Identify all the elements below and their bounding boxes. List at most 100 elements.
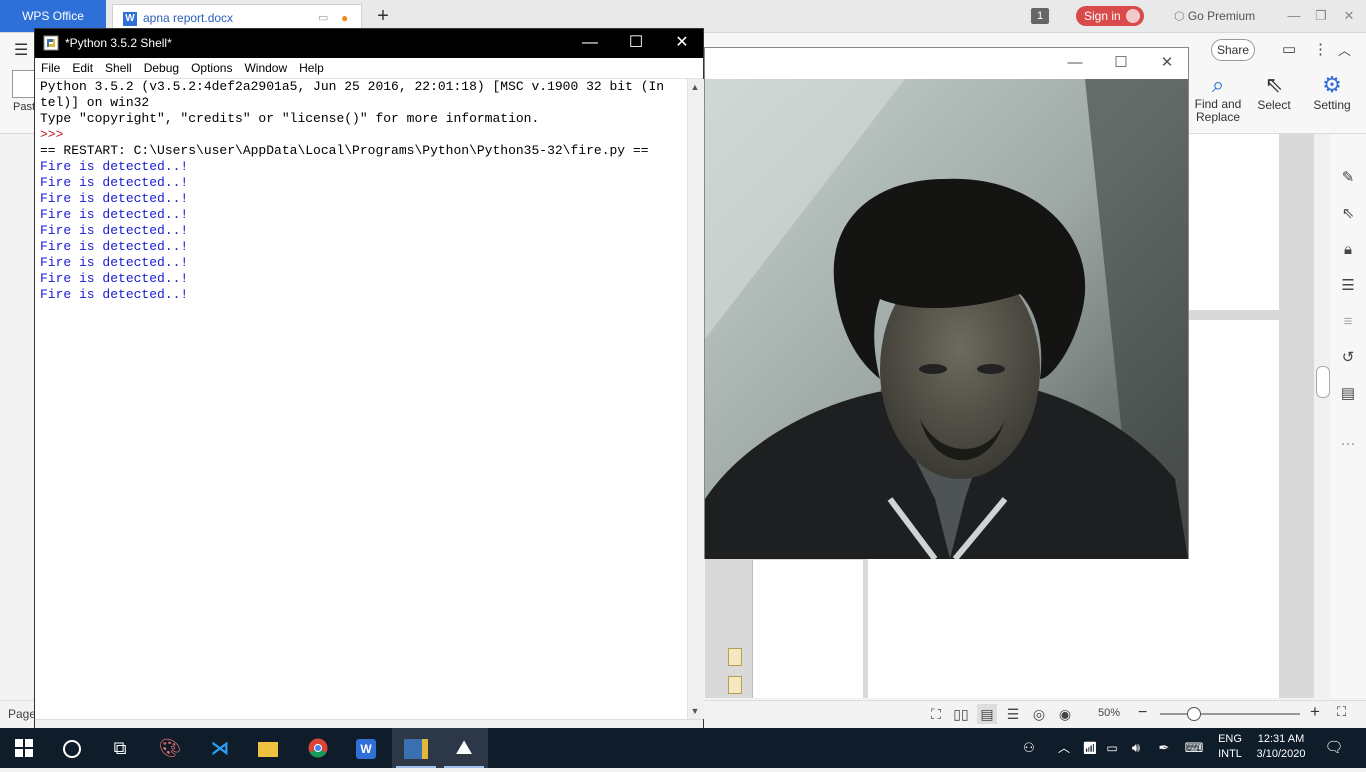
shell-output-area[interactable]: Python 3.5.2 (v3.5.2:4def2a2901a5, Jun 2… [40, 79, 682, 719]
wifi-icon[interactable]: 📶︎ [1080, 728, 1100, 768]
fullscreen-icon[interactable]: ⛶ [926, 704, 946, 724]
wps-close-button[interactable]: ✕ [1339, 6, 1359, 26]
collapse-ribbon-icon[interactable]: ︿ [1338, 40, 1354, 58]
python-maximize-button[interactable]: ☐ [613, 29, 659, 57]
adjust-icon[interactable]: ≡ [1336, 310, 1360, 334]
volume-icon[interactable]: 🔊︎ [1126, 728, 1146, 768]
pointer-icon[interactable]: ⇖ [1336, 202, 1360, 226]
file-explorer-button[interactable] [244, 728, 292, 768]
python-shell-title: *Python 3.5.2 Shell* [65, 36, 172, 50]
people-icon[interactable]: ⚇ [1016, 728, 1042, 768]
wps-app-button[interactable]: W [342, 728, 390, 768]
fire-detected-line: Fire is detected..! [40, 207, 189, 222]
shell-scrollbar[interactable] [687, 79, 704, 719]
thumbnail-block [728, 648, 742, 666]
magnifier-icon: ⌕ [1211, 72, 1225, 97]
select-button[interactable]: ⇖ Select [1244, 72, 1304, 112]
pen-workspace-icon[interactable]: ✒ [1154, 728, 1174, 768]
fire-detected-line: Fire is detected..! [40, 223, 189, 238]
touch-keyboard-icon[interactable]: ⌨ [1182, 728, 1206, 768]
more-options-icon[interactable]: ⋮ [1313, 40, 1328, 58]
clock-time: 12:31 AM [1257, 733, 1305, 745]
python-app-button[interactable] [392, 728, 440, 768]
setting-button[interactable]: ⚙ Setting [1302, 72, 1362, 112]
comment-icon[interactable]: ▭ [1282, 40, 1302, 58]
scroll-down-arrow-icon[interactable]: ▼ [687, 703, 703, 719]
scroll-up-arrow-icon[interactable]: ▲ [687, 79, 703, 95]
python-idle-icon [404, 739, 428, 760]
web-view-icon[interactable]: ◎ [1029, 704, 1049, 724]
start-button[interactable] [0, 728, 48, 768]
lock-icon[interactable]: 🔒︎ [1336, 238, 1360, 262]
document-list-icon[interactable]: ▤ [1336, 382, 1360, 406]
wps-restore-button[interactable]: ❐ [1311, 6, 1331, 26]
menu-debug[interactable]: Debug [138, 58, 185, 78]
hamburger-menu-icon[interactable]: ☰ [14, 40, 32, 59]
camera-minimize-button[interactable]: — [1052, 50, 1098, 76]
new-tab-button[interactable]: + [372, 4, 394, 28]
more-tools-icon[interactable]: ··· [1336, 432, 1360, 456]
page-view-icon[interactable]: ▤ [977, 704, 997, 724]
action-center-icon[interactable]: 🗨︎ [1320, 728, 1348, 768]
input-language-indicator[interactable]: ENG INTL [1212, 732, 1248, 762]
photos-app-button[interactable]: ⛰︎ [440, 728, 488, 768]
share-button[interactable]: Share [1211, 39, 1255, 61]
fire-output-list: Fire is detected..! Fire is detected..! Fi… [40, 159, 682, 303]
zoom-out-button[interactable]: − [1138, 704, 1154, 722]
premium-icon: ⬡ [1174, 9, 1185, 23]
python-close-button[interactable]: ✕ [659, 29, 705, 57]
chrome-icon [308, 738, 328, 758]
document-scrollbar[interactable] [1314, 134, 1330, 698]
document-scrollbar-thumb[interactable] [1316, 366, 1330, 398]
zoom-slider-handle[interactable] [1187, 707, 1201, 721]
setting-label: Setting [1313, 98, 1351, 112]
python-shell-titlebar[interactable]: *Python 3.5.2 Shell* — ☐ ✕ [35, 29, 703, 58]
document-page[interactable] [752, 560, 863, 698]
page-indicator[interactable]: Page [8, 707, 36, 721]
outline-view-icon[interactable]: ☰ [1003, 704, 1023, 724]
zoom-slider[interactable] [1160, 713, 1300, 715]
menu-window[interactable]: Window [238, 58, 293, 78]
go-premium-button[interactable]: ⬡ Go Premium [1174, 6, 1266, 26]
history-icon[interactable]: ↺ [1336, 346, 1360, 370]
battery-icon[interactable]: ▭ [1102, 728, 1122, 768]
vscode-icon: ⋊ [211, 738, 229, 758]
cursor-arrow-icon: ⇖ [1264, 72, 1284, 97]
sign-in-button[interactable]: Sign in [1076, 6, 1144, 26]
vscode-app-button[interactable]: ⋊ [196, 728, 244, 768]
tab-count-badge[interactable]: 1 [1031, 8, 1049, 24]
webcam-image [705, 79, 1188, 559]
python-shell-window[interactable]: *Python 3.5.2 Shell* — ☐ ✕ File Edit Shell… [34, 28, 704, 728]
paste-label: Past [13, 101, 36, 113]
camera-maximize-button[interactable]: ☐ [1098, 50, 1144, 76]
python-minimize-button[interactable]: — [567, 29, 613, 57]
pen-icon[interactable]: ✎ [1336, 166, 1360, 190]
document-tab-label: apna report.docx [143, 11, 234, 25]
task-view-button[interactable]: ⧉ [96, 728, 144, 768]
shell-banner-line: Type "copyright", "credits" or "license(… [40, 111, 540, 126]
menu-options[interactable]: Options [185, 58, 238, 78]
eye-protection-icon[interactable]: ◉ [1055, 704, 1075, 724]
chrome-app-button[interactable] [294, 728, 342, 768]
format-list-icon[interactable]: ☰ [1336, 274, 1360, 298]
wps-minimize-button[interactable]: — [1284, 6, 1304, 26]
search-button[interactable] [48, 728, 96, 768]
paint-palette-icon: 🎨︎ [158, 738, 182, 758]
zoom-level[interactable]: 50% [1098, 707, 1120, 719]
paint-app-button[interactable]: 🎨︎ [146, 728, 194, 768]
shell-status-strip [35, 719, 703, 728]
camera-close-button[interactable]: ✕ [1144, 50, 1190, 76]
reading-view-icon[interactable]: ▯▯ [951, 704, 971, 724]
camera-titlebar[interactable]: — ☐ ✕ [705, 48, 1188, 78]
menu-edit[interactable]: Edit [66, 58, 99, 78]
system-clock[interactable]: 12:31 AM 3/10/2020 [1250, 732, 1312, 762]
find-replace-button[interactable]: ⌕ Find and Replace [1188, 72, 1248, 124]
clock-date: 3/10/2020 [1256, 748, 1306, 760]
fit-page-icon[interactable]: ⛶ [1337, 704, 1353, 720]
show-hidden-icons-chevron-icon[interactable]: ︿ [1054, 728, 1074, 768]
menu-shell[interactable]: Shell [99, 58, 138, 78]
zoom-in-button[interactable]: + [1310, 702, 1326, 722]
menu-help[interactable]: Help [293, 58, 330, 78]
menu-file[interactable]: File [35, 58, 66, 78]
camera-window[interactable]: — ☐ ✕ [704, 47, 1189, 559]
